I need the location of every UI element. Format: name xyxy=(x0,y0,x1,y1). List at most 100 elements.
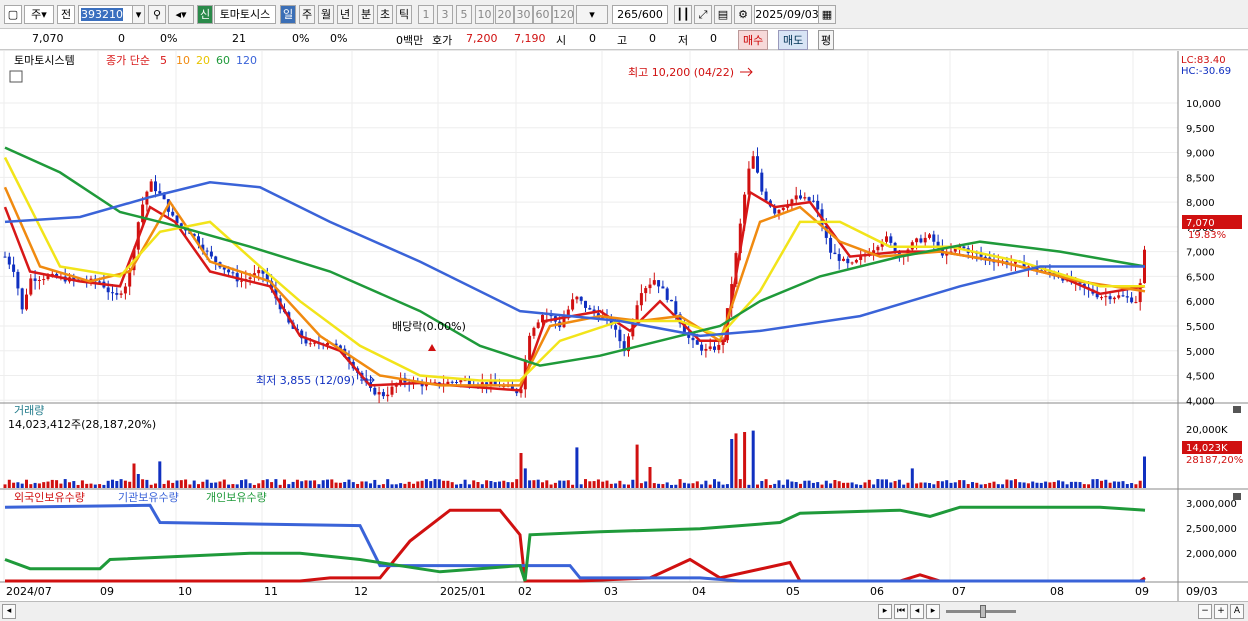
scroll-left-icon[interactable]: ◂ xyxy=(2,604,16,619)
volume-bar xyxy=(1112,481,1116,488)
volume-bar xyxy=(708,484,712,488)
eval-button[interactable]: 평 xyxy=(818,30,835,50)
tab-tick[interactable]: 틱 xyxy=(396,5,412,24)
interval-3[interactable]: 3 xyxy=(437,5,453,24)
volume-bar xyxy=(1078,482,1082,488)
interval-5[interactable]: 5 xyxy=(456,5,472,24)
candle-body xyxy=(747,168,751,195)
interval-20[interactable]: 20 xyxy=(495,5,514,24)
settings-icon[interactable]: ⚙ xyxy=(734,5,752,24)
chart-area[interactable]: 토마토시스템 종가 단순 5 10 20 60 120 LC:83.40 HC:… xyxy=(0,51,1248,602)
candle-body xyxy=(20,288,24,310)
dividend-annotation: 배당락(0.00%) xyxy=(392,320,466,333)
candle-body xyxy=(670,299,673,302)
zoom-slider-handle[interactable] xyxy=(980,605,986,618)
speaker-icon[interactable]: ◂▾ xyxy=(168,5,194,24)
holdings-panel-close-icon[interactable] xyxy=(1233,493,1241,500)
candle-body xyxy=(141,204,145,223)
date-field[interactable]: 2025/09/03 xyxy=(754,5,820,24)
volume-bar xyxy=(859,484,863,488)
candle-body xyxy=(794,195,798,200)
market-select[interactable]: 주▾ xyxy=(24,5,54,24)
volume-bar xyxy=(751,430,755,488)
new-button[interactable]: 신 xyxy=(197,5,213,24)
tab-second[interactable]: 초 xyxy=(377,5,393,24)
sell-button[interactable]: 매도 xyxy=(778,30,809,50)
candle-body xyxy=(854,259,858,263)
candle-body xyxy=(123,286,127,294)
candle-body xyxy=(171,211,175,216)
volume-bar xyxy=(1100,480,1103,488)
candle-body xyxy=(837,254,841,261)
tab-week[interactable]: 주 xyxy=(299,5,315,24)
volume-bar xyxy=(807,480,811,488)
tab-month[interactable]: 월 xyxy=(318,5,334,24)
zoom-in-icon[interactable]: + xyxy=(1214,604,1228,619)
interval-input[interactable]: ▾ xyxy=(576,5,608,24)
count-field[interactable]: 265/600 xyxy=(612,5,668,24)
drawing-tool-icon[interactable]: ⤢ xyxy=(694,5,712,24)
interval-10[interactable]: 10 xyxy=(475,5,494,24)
candle-body xyxy=(704,348,708,351)
stock-chart[interactable]: 토마토시스템 종가 단순 5 10 20 60 120 LC:83.40 HC:… xyxy=(0,51,1248,602)
volume-bar xyxy=(55,480,59,488)
font-size-icon[interactable]: A xyxy=(1230,604,1244,619)
interval-1[interactable]: 1 xyxy=(418,5,434,24)
scroll-right-icon[interactable]: ▸ xyxy=(878,604,892,619)
candle-body xyxy=(846,258,850,264)
candle-body xyxy=(829,237,833,253)
tab-year[interactable]: 년 xyxy=(337,5,353,24)
candle-body xyxy=(665,288,669,300)
volume-bar xyxy=(936,481,940,488)
buy-button[interactable]: 매수 xyxy=(738,30,769,50)
volume-bar xyxy=(1104,479,1108,488)
panel-table-icon[interactable] xyxy=(9,70,23,83)
prev-button[interactable]: 전 xyxy=(57,5,75,24)
price-change-pct: 0% xyxy=(160,32,178,45)
interval-30[interactable]: 30 xyxy=(514,5,533,24)
tab-minute[interactable]: 분 xyxy=(358,5,374,24)
volume-bar xyxy=(141,479,145,488)
candle-body xyxy=(459,380,463,383)
search-icon[interactable]: ⚲ xyxy=(148,5,166,24)
volume-bar xyxy=(76,484,80,488)
volume-bar xyxy=(657,483,661,488)
volume-bar xyxy=(1108,482,1112,488)
tab-day[interactable]: 일 xyxy=(280,5,296,24)
candle-body xyxy=(528,335,532,360)
volume-bar xyxy=(566,480,570,488)
layout-icon[interactable]: ▢ xyxy=(4,5,22,24)
volume-bar xyxy=(265,479,269,488)
ma20-legend: 20 xyxy=(196,54,210,67)
candle-body xyxy=(915,238,919,243)
save-icon[interactable]: ▤ xyxy=(714,5,732,24)
volume-bar xyxy=(399,483,403,488)
candle-type-icon[interactable]: ┃┃ xyxy=(674,5,692,24)
volume-bar xyxy=(46,481,50,488)
bottom-scrollbar[interactable]: ◂ ▸ ⏮ ◂ ▸ − + A xyxy=(0,601,1248,621)
candle-body xyxy=(708,346,712,349)
interval-60[interactable]: 60 xyxy=(533,5,552,24)
volume-bar xyxy=(80,480,84,488)
volume-value: 21 xyxy=(232,32,246,45)
next-page-icon[interactable]: ▸ xyxy=(926,604,940,619)
candle-body xyxy=(799,195,802,199)
zoom-out-icon[interactable]: − xyxy=(1198,604,1212,619)
price-ytick: 8,500 xyxy=(1186,173,1215,184)
volume-bar xyxy=(777,480,781,488)
candle-body xyxy=(807,197,811,201)
interval-120[interactable]: 120 xyxy=(552,5,574,24)
volume-bar xyxy=(433,479,437,488)
first-page-icon[interactable]: ⏮ xyxy=(894,604,908,619)
volume-bar xyxy=(351,482,355,488)
candle-body xyxy=(717,344,721,350)
code-dropdown-icon[interactable]: ▾ xyxy=(132,5,145,24)
volume-bar xyxy=(416,481,420,488)
lc-label: LC:83.40 xyxy=(1181,55,1226,66)
prev-page-icon[interactable]: ◂ xyxy=(910,604,924,619)
price-ytick: 10,000 xyxy=(1186,99,1221,110)
volume-panel-close-icon[interactable] xyxy=(1233,406,1241,413)
calendar-icon[interactable]: ▦ xyxy=(818,5,836,24)
candle-body xyxy=(588,307,592,310)
code-input[interactable]: 393210 xyxy=(78,5,138,24)
